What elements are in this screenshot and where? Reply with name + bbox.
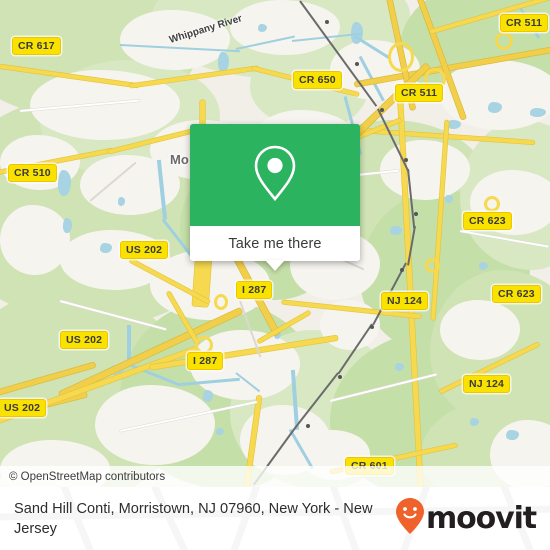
- attribution-text: © OpenStreetMap contributors: [9, 470, 166, 483]
- shield-cr-617[interactable]: CR 617: [12, 37, 61, 55]
- footer-content: Sand Hill Conti, Morristown, NJ 07960, N…: [0, 487, 550, 550]
- map-attribution: © OpenStreetMap contributors: [0, 466, 550, 487]
- location-title: Sand Hill Conti, Morristown, NJ 07960, N…: [14, 500, 373, 537]
- shield-cr-511b[interactable]: CR 511: [500, 14, 549, 32]
- shield-us-202a[interactable]: US 202: [120, 241, 169, 259]
- shield-nj-124b[interactable]: NJ 124: [463, 375, 511, 393]
- footer-bar: Sand Hill Conti, Morristown, NJ 07960, N…: [0, 487, 550, 550]
- shield-nj-124a[interactable]: NJ 124: [381, 292, 429, 310]
- moovit-wordmark: moovit: [425, 500, 537, 536]
- moovit-logo[interactable]: moovit: [395, 497, 537, 540]
- shield-us-202b[interactable]: US 202: [60, 331, 109, 349]
- shield-cr-623b[interactable]: CR 623: [492, 285, 541, 303]
- shield-i-287a[interactable]: I 287: [236, 281, 273, 299]
- map-pin-icon: [249, 142, 301, 209]
- place-label-morristown: Mo: [170, 152, 189, 167]
- shield-cr-511a[interactable]: CR 511: [395, 84, 444, 102]
- shield-cr-650[interactable]: CR 650: [293, 71, 342, 89]
- shield-cr-623a[interactable]: CR 623: [463, 212, 512, 230]
- shield-cr-510[interactable]: CR 510: [8, 164, 57, 182]
- take-me-there-label: Take me there: [228, 235, 322, 252]
- card-pointer-tip: [265, 260, 285, 271]
- moovit-pin-smiley-icon: [395, 497, 425, 540]
- moovit-map-page: Whippany River Mo CR 617 CR 650 CR 511 C…: [0, 0, 550, 550]
- card-cta-area[interactable]: Take me there: [190, 226, 360, 261]
- take-me-there-card[interactable]: Take me there: [190, 124, 360, 271]
- card-icon-area: [190, 124, 360, 226]
- shield-us-202c[interactable]: US 202: [0, 399, 47, 417]
- shield-i-287b[interactable]: I 287: [187, 352, 224, 370]
